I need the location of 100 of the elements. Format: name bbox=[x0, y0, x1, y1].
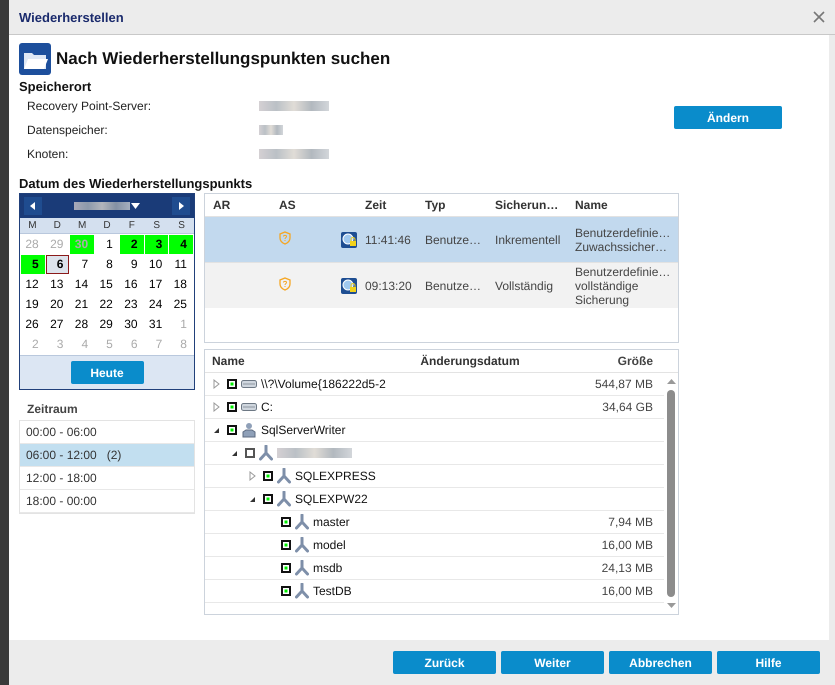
tree-item-label[interactable]: TestDB bbox=[313, 584, 352, 598]
field-label: Datenspeicher: bbox=[27, 123, 109, 137]
time-range-item[interactable]: 06:00 - 12:00 (2) bbox=[20, 444, 194, 467]
calendar-day[interactable]: 17 bbox=[144, 275, 168, 294]
recovery-point-row[interactable]: 11:41:46 Benutze… Inkrementell Benutzerdefinie… Zuwachssicher… bbox=[205, 216, 678, 262]
column-header[interactable]: Änderungsdatum bbox=[405, 354, 535, 368]
scroll-down-icon[interactable] bbox=[666, 603, 676, 608]
redacted-value bbox=[259, 149, 329, 159]
collapse-arrow-icon[interactable] bbox=[248, 496, 256, 502]
expand-arrow-icon[interactable] bbox=[248, 471, 256, 481]
component-icon bbox=[295, 560, 309, 576]
checkbox[interactable] bbox=[263, 471, 273, 481]
calendar-day[interactable]: 12 bbox=[21, 275, 45, 294]
checkbox[interactable] bbox=[227, 402, 237, 412]
column-header[interactable]: Name bbox=[205, 354, 405, 368]
recovery-point-row[interactable]: 09:13:20 Benutze… Vollständig Benutzerdefinie… vollständige Sicherung bbox=[205, 262, 678, 308]
weekday-label: S bbox=[177, 219, 186, 233]
calendar-day[interactable]: 11 bbox=[169, 255, 193, 274]
calendar-day[interactable]: 15 bbox=[95, 275, 119, 294]
drive-icon bbox=[241, 379, 257, 389]
expand-arrow-icon[interactable] bbox=[212, 402, 220, 412]
column-header[interactable]: Typ bbox=[425, 198, 495, 212]
tree-item-label[interactable]: \\?\Volume{186222d5-2 bbox=[261, 377, 386, 391]
tree-item-label[interactable]: master bbox=[313, 515, 350, 529]
table-cell-text: Sicherung bbox=[575, 292, 630, 306]
calendar-day[interactable]: 8 bbox=[95, 255, 119, 274]
dialog-button[interactable]: Zurück bbox=[393, 651, 496, 674]
calendar-day[interactable]: 28 bbox=[70, 315, 94, 334]
window-title: Wiederherstellen bbox=[19, 10, 124, 24]
calendar-day[interactable]: 29 bbox=[95, 315, 119, 334]
checkbox[interactable] bbox=[263, 494, 273, 504]
scroll-thumb[interactable] bbox=[667, 390, 675, 597]
calendar-day[interactable]: 5 bbox=[21, 255, 45, 274]
previous-month-icon[interactable] bbox=[24, 197, 42, 215]
dropdown-arrow-icon[interactable] bbox=[131, 203, 140, 209]
calendar-day[interactable]: 6 bbox=[46, 255, 70, 274]
calendar-day[interactable]: 27 bbox=[46, 315, 70, 334]
column-header[interactable]: Sicherun… bbox=[495, 198, 575, 212]
table-cell-text: Benutze… bbox=[425, 278, 482, 292]
calendar-day[interactable]: 23 bbox=[120, 295, 144, 314]
section-title: Speicherort bbox=[19, 79, 92, 94]
table-cell-text: 09:13:20 bbox=[365, 278, 413, 292]
tree-item-label[interactable]: model bbox=[313, 538, 346, 552]
calendar-day[interactable]: 20 bbox=[46, 295, 70, 314]
calendar-day[interactable]: 10 bbox=[144, 255, 168, 274]
component-icon bbox=[277, 468, 291, 484]
component-icon bbox=[295, 537, 309, 553]
next-month-icon[interactable] bbox=[172, 197, 190, 215]
dialog-button[interactable]: Weiter bbox=[501, 651, 604, 674]
checkbox[interactable] bbox=[227, 379, 237, 389]
column-header[interactable]: Zeit bbox=[365, 198, 425, 212]
table-cell: 16,00 MB bbox=[602, 538, 653, 552]
today-button[interactable]: Heute bbox=[70, 361, 144, 384]
calendar-day[interactable]: 7 bbox=[70, 255, 94, 274]
calendar-day[interactable]: 9 bbox=[120, 255, 144, 274]
time-range-item[interactable]: 12:00 - 18:00 bbox=[20, 467, 194, 490]
column-header[interactable]: Größe bbox=[535, 354, 661, 368]
tree-item-label[interactable]: SQLEXPRESS bbox=[295, 469, 376, 483]
column-header[interactable]: AS bbox=[271, 198, 341, 212]
dialog-button[interactable]: Abbrechen bbox=[609, 651, 712, 674]
checkbox[interactable] bbox=[281, 563, 291, 573]
column-header[interactable]: Name bbox=[575, 198, 677, 212]
collapse-arrow-icon[interactable] bbox=[212, 426, 220, 434]
close-icon[interactable] bbox=[813, 11, 825, 23]
change-button[interactable]: Ändern bbox=[674, 106, 782, 129]
calendar-day[interactable]: 21 bbox=[70, 295, 94, 314]
calendar-day[interactable]: 18 bbox=[169, 275, 193, 294]
calendar-day[interactable]: 16 bbox=[120, 275, 144, 294]
calendar-day[interactable]: 13 bbox=[46, 275, 70, 294]
calendar-day[interactable]: 22 bbox=[95, 295, 119, 314]
tree-item-label[interactable]: SQLEXPW22 bbox=[295, 492, 368, 506]
calendar-day[interactable]: 31 bbox=[144, 315, 168, 334]
calendar-day[interactable]: 24 bbox=[144, 295, 168, 314]
time-range-item[interactable]: 18:00 - 00:00 bbox=[20, 490, 194, 513]
checkbox[interactable] bbox=[281, 540, 291, 550]
drive-icon bbox=[241, 402, 257, 412]
calendar-day[interactable]: 25 bbox=[169, 295, 193, 314]
checkbox[interactable] bbox=[245, 448, 255, 458]
column-header[interactable]: AR bbox=[205, 198, 271, 212]
tree-item-label[interactable]: C: bbox=[261, 400, 273, 414]
checkbox[interactable] bbox=[281, 586, 291, 596]
table-cell-text: Inkrementell bbox=[495, 232, 562, 246]
calendar-day[interactable]: 4 bbox=[169, 235, 193, 254]
tree-item-label[interactable]: msdb bbox=[313, 561, 342, 575]
calendar-day[interactable]: 1 bbox=[95, 235, 119, 254]
calendar-day[interactable]: 14 bbox=[70, 275, 94, 294]
calendar-day[interactable]: 26 bbox=[21, 315, 45, 334]
dialog-button[interactable]: Hilfe bbox=[717, 651, 820, 674]
scroll-up-icon[interactable] bbox=[666, 379, 676, 384]
scheduled-backup-icon bbox=[341, 232, 357, 248]
calendar-day[interactable]: 19 bbox=[21, 295, 45, 314]
calendar-day[interactable]: 2 bbox=[120, 235, 144, 254]
checkbox[interactable] bbox=[227, 425, 237, 435]
tree-item-label[interactable]: SqlServerWriter bbox=[261, 423, 346, 437]
expand-arrow-icon[interactable] bbox=[212, 379, 220, 389]
component-icon bbox=[295, 583, 309, 599]
calendar-day[interactable]: 30 bbox=[120, 315, 144, 334]
collapse-arrow-icon[interactable] bbox=[230, 450, 238, 456]
checkbox[interactable] bbox=[281, 517, 291, 527]
calendar-day[interactable]: 3 bbox=[144, 235, 168, 254]
